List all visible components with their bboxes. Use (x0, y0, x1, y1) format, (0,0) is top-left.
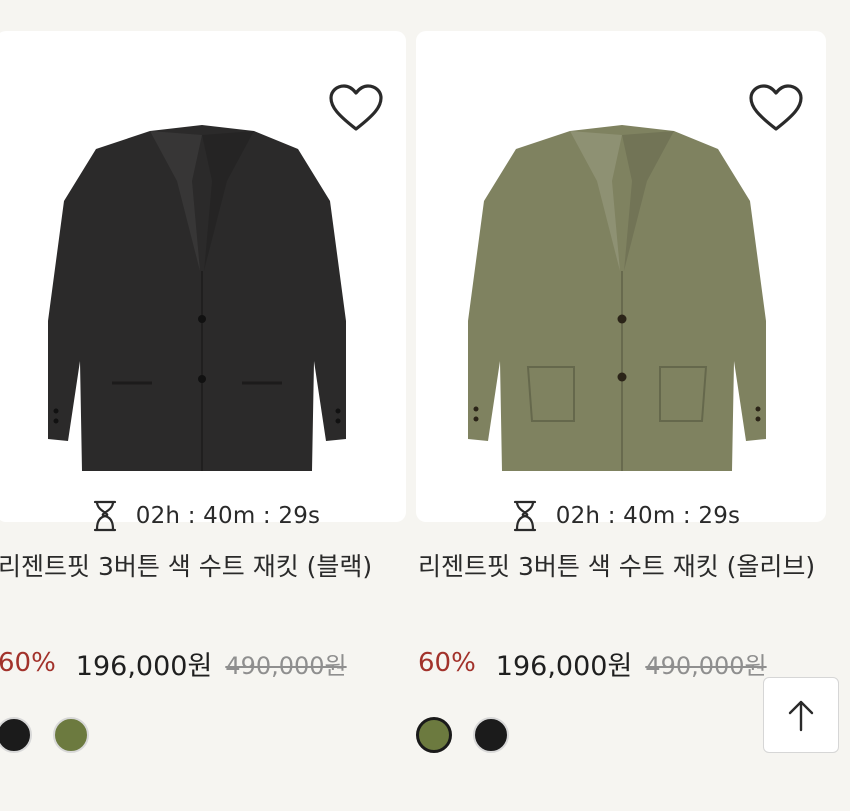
countdown-timer: 02h : 40m : 29s (0, 496, 406, 536)
discount-rate: 60% (418, 648, 476, 678)
sale-price: 196,000원 (75, 650, 213, 682)
timer-text: 02h : 40m : 29s (555, 503, 741, 529)
sale-price: 196,000원 (495, 650, 633, 682)
scroll-top-button[interactable] (763, 677, 839, 753)
color-swatches (416, 717, 530, 759)
product-title[interactable]: 리젠트핏 3버튼 색 수트 재킷 (블랙) (0, 548, 398, 585)
arrow-up-icon (788, 700, 814, 732)
hourglass-icon (93, 500, 116, 532)
product-title[interactable]: 리젠트핏 3버튼 색 수트 재킷 (올리브) (418, 548, 818, 585)
product-grid: 02h : 40m : 29s 리젠트핏 3버튼 색 수트 재킷 (블랙) 60… (0, 0, 850, 811)
discount-rate: 60% (0, 648, 56, 678)
swatch-black[interactable] (473, 717, 509, 753)
product-image-box[interactable]: 02h : 40m : 29s (416, 31, 826, 532)
product-image-jacket-black[interactable] (42, 121, 357, 481)
original-price: 490,000원 (645, 651, 767, 680)
swatch-olive[interactable] (416, 717, 452, 753)
hourglass-icon (513, 500, 536, 532)
swatch-olive[interactable] (53, 717, 89, 753)
color-swatches (0, 717, 110, 759)
timer-text: 02h : 40m : 29s (135, 503, 321, 529)
price-row: 60% 196,000원 490,000원 (0, 641, 408, 685)
product-image-jacket-olive[interactable] (462, 121, 777, 481)
swatch-black[interactable] (0, 717, 32, 753)
product-image-box[interactable]: 02h : 40m : 29s (0, 31, 406, 532)
countdown-timer: 02h : 40m : 29s (416, 496, 826, 536)
original-price: 490,000원 (225, 651, 347, 680)
